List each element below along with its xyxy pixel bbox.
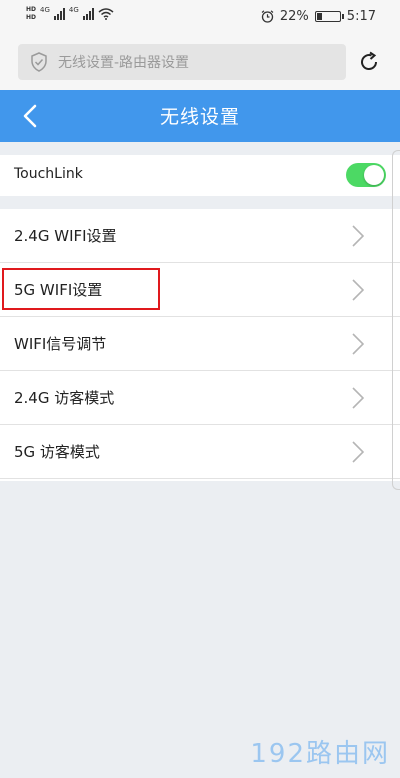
scroll-edge <box>392 150 400 490</box>
touchlink-toggle[interactable] <box>346 163 386 187</box>
touchlink-label: TouchLink <box>14 166 83 182</box>
list-item-label: WIFI信号调节 <box>14 335 107 353</box>
page-url-title: 无线设置-路由器设置 <box>58 55 190 71</box>
address-bar[interactable]: 无线设置-路由器设置 <box>18 44 346 80</box>
chevron-right-icon <box>352 225 364 247</box>
browser-bar: 无线设置-路由器设置 <box>0 34 400 90</box>
hd-label-2: HD <box>26 14 37 21</box>
chevron-right-icon <box>352 441 364 463</box>
app-header: 无线设置 <box>0 90 400 142</box>
network-type-1: 4G <box>40 6 50 14</box>
touchlink-row: TouchLink <box>0 155 400 196</box>
chevron-right-icon <box>352 387 364 409</box>
toggle-knob <box>364 165 384 185</box>
reload-icon[interactable] <box>358 51 380 73</box>
list-item-5g-guest[interactable]: 5G 访客模式 <box>0 425 400 479</box>
list-item-wifi-signal[interactable]: WIFI信号调节 <box>0 317 400 371</box>
status-bar: HD HD 4G 4G 22% 5:17 <box>0 0 400 34</box>
hd-label-1: HD <box>26 6 37 13</box>
clock: 5:17 <box>346 9 376 24</box>
list-item-2g-wifi[interactable]: 2.4G WIFI设置 <box>0 209 400 263</box>
settings-list: 2.4G WIFI设置 5G WIFI设置 WIFI信号调节 2.4G 访客模式… <box>0 209 400 481</box>
battery-icon <box>314 11 344 22</box>
watermark: 192路由网 <box>250 739 390 769</box>
chevron-right-icon <box>352 279 364 301</box>
status-right: 22% 5:17 <box>261 9 376 24</box>
network-type-2: 4G <box>68 6 79 14</box>
hd-indicator: HD HD <box>26 6 36 22</box>
list-item-label: 5G 访客模式 <box>14 443 100 461</box>
status-left: HD HD 4G 4G <box>26 6 114 22</box>
list-item-2g-guest[interactable]: 2.4G 访客模式 <box>0 371 400 425</box>
signal-icon <box>53 8 65 20</box>
page-title: 无线设置 <box>159 106 240 128</box>
list-item-label: 2.4G WIFI设置 <box>14 227 117 245</box>
wifi-icon <box>98 8 114 20</box>
signal-icon-2 <box>82 8 94 20</box>
alarm-icon <box>261 10 274 23</box>
battery-fill <box>316 13 322 20</box>
battery-percent: 22% <box>279 9 309 24</box>
highlight-box <box>2 268 160 310</box>
list-item-label: 2.4G 访客模式 <box>14 389 115 407</box>
chevron-right-icon <box>352 333 364 355</box>
shield-icon <box>31 52 47 72</box>
